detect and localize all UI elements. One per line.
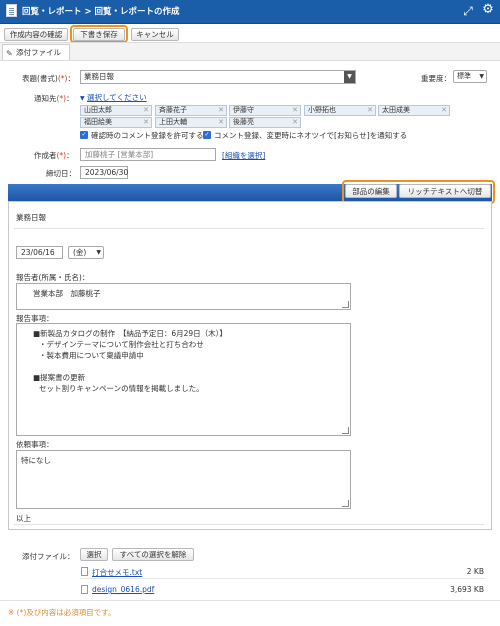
required-note: ※ (*)及び内容は必須項目です。 [8,608,116,617]
edit-parts-button[interactable]: 部品の編集 [345,184,397,198]
recipient-chip: 後藤亮 ✕ [229,117,301,128]
divider [0,600,500,601]
file-icon [81,585,88,594]
file-size: 3,693 KB [450,585,484,594]
priority-label: 重要度： [421,74,451,83]
select-recipients[interactable]: ▼ 選択してください [80,92,147,103]
resize-grip[interactable] [342,427,349,434]
author-label: 作成者(*)： [34,151,74,160]
weekday-value: (金) [73,248,87,257]
report-line: ■提案書の更新 [33,373,86,382]
allow-comment-checkbox[interactable]: ✓ [80,131,88,139]
weekday-select[interactable]: (金) ▼ [68,246,104,259]
notify-label: コメント登録、変更時にネオツイで[お知らせ]を通知する [214,131,408,140]
remove-icon[interactable]: ✕ [292,118,298,127]
date-field[interactable]: 23/06/16 [16,246,63,259]
title-bar: 回覧・レポート > 回覧・レポートの作成 ⤢ ⚙ [0,0,500,24]
tab-attachments-label: 添付ファイル [16,48,61,57]
clear-selection-button[interactable]: すべての選択を解除 [112,548,194,561]
remove-icon[interactable]: ✕ [292,106,298,115]
reporter-textarea[interactable]: 営業本部 加藤桃子 [16,283,351,310]
editor-heading: 業務日報 [16,213,46,222]
subject-value: 業務日報 [84,72,114,81]
report-textarea[interactable]: ■新製品カタログの制作 【納品予定日：6月29日（木）】 ・デザインテーマについ… [16,323,351,436]
attachments-label: 添付ファイル： [22,552,75,561]
subject-label: 表題(書式)(*)： [22,74,75,83]
page-title: 回覧・レポート > 回覧・レポートの作成 [22,7,180,17]
tab-bar: ✎ 添付ファイル [0,42,500,61]
document-icon [6,4,17,17]
allow-comment-label: 確認時のコメント登録を許可する [91,131,204,140]
report-line: ■新製品カタログの制作 【納品予定日：6月29日（木）】 [33,329,227,338]
request-value: 特になし [21,456,51,465]
cancel-button[interactable]: キャンセル [131,28,179,41]
save-draft-button[interactable]: 下書き保存 [73,28,125,41]
report-line: セット割りキャンペーンの情報を掲載しました。 [39,384,204,393]
gear-icon[interactable]: ⚙ [481,3,495,17]
author-field[interactable]: 加藤桃子 [営業本部] [80,148,216,161]
file-size: 2 KB [466,567,484,576]
request-textarea[interactable]: 特になし [16,450,351,509]
remove-icon[interactable]: ✕ [143,106,149,115]
chevron-down-icon: ▼ [80,95,85,102]
priority-value: 標準 [457,72,471,80]
subject-select[interactable]: 業務日報 ▼ [80,70,356,84]
file-link[interactable]: 打合せメモ.txt [92,567,142,578]
chevron-down-icon: ▼ [479,73,484,80]
recipient-chip: 伊藤守 ✕ [229,105,301,116]
tab-attachments[interactable]: ✎ 添付ファイル [2,44,70,60]
switch-richtext-button[interactable]: リッチテキストへ切替 [399,184,491,198]
deadline-label: 締切日： [46,169,76,178]
recipient-chip: 斉藤花子 ✕ [155,105,227,116]
notify-checkbox[interactable]: ✓ [203,131,211,139]
chevron-down-icon: ▼ [344,71,355,83]
recipients-label: 通知先(*)： [34,94,74,103]
select-file-button[interactable]: 選択 [80,548,108,561]
priority-select[interactable]: 標準 ▼ [453,70,487,83]
remove-icon[interactable]: ✕ [143,118,149,127]
deadline-field[interactable]: 2023/06/30 [80,166,128,179]
select-org-link[interactable]: [組織を選択] [222,150,265,161]
divider [80,578,486,579]
remove-icon[interactable]: ✕ [218,106,224,115]
expand-icon[interactable]: ⤢ [461,4,475,18]
chevron-down-icon: ▼ [96,249,101,256]
recipient-chip: 山田太郎 ✕ [80,105,152,116]
reporter-value: 営業本部 加藤桃子 [33,289,101,298]
reporter-label: 報告者(所属・氏名)： [16,273,90,282]
report-line: ・デザインテーマについて制作会社と打ち合わせ [39,340,204,349]
paperclip-icon: ✎ [6,49,13,58]
recipient-chip: 上田大輔 ✕ [155,117,227,128]
remove-icon[interactable]: ✕ [367,106,373,115]
remove-icon[interactable]: ✕ [441,106,447,115]
confirm-button[interactable]: 作成内容の確認 [4,28,68,41]
report-line: ・製本費用について稟議申請中 [39,351,144,360]
divider [14,228,484,229]
request-label: 依頼事項： [16,440,54,449]
file-icon [81,567,88,576]
divider [14,524,484,525]
footer-text: 以上 [16,514,31,523]
remove-icon[interactable]: ✕ [218,118,224,127]
resize-grip[interactable] [342,301,349,308]
recipient-chip: 福田絵美 ✕ [80,117,152,128]
recipient-chip: 小野拓也 ✕ [304,105,376,116]
resize-grip[interactable] [342,500,349,507]
select-recipients-link[interactable]: 選択してください [87,93,147,102]
recipient-chip: 太田成美 ✕ [378,105,450,116]
file-link[interactable]: design_0616.pdf [92,585,154,594]
